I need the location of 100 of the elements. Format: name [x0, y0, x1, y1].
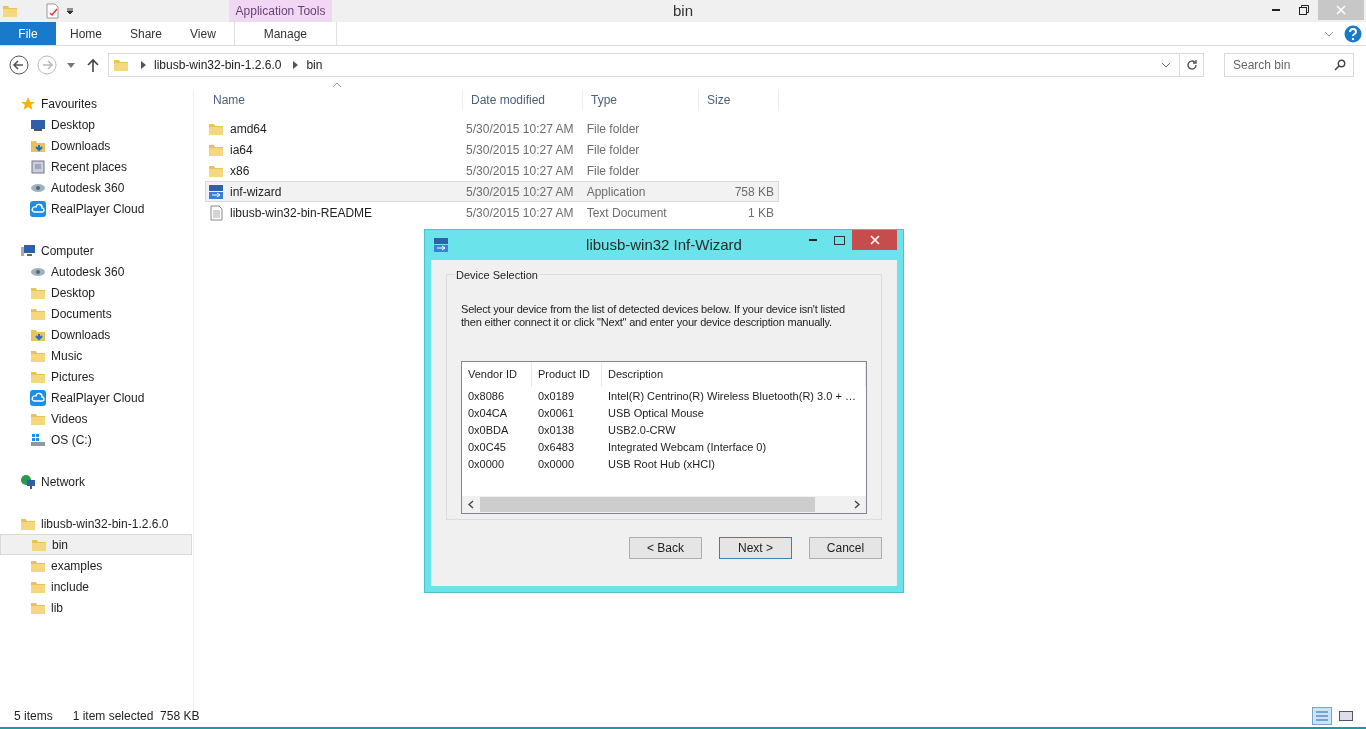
sidebar-item[interactable]: include [0, 576, 192, 597]
file-name: x86 [230, 162, 250, 180]
device-cell-text: USB Optical Mouse [607, 406, 705, 422]
device-cell-text: 0x8086 [467, 389, 506, 405]
scroll-left-icon [468, 500, 474, 509]
recent-locations-icon [67, 62, 75, 68]
sidebar-item[interactable]: Videos [0, 408, 192, 429]
file-row[interactable]: inf-wizard 5/30/2015 10:27 AM Application 758 KB [205, 181, 779, 202]
dialog-button[interactable]: Next > [719, 537, 792, 559]
device-cell-text: 0x0C45 [467, 440, 507, 456]
sidebar-item[interactable]: Desktop [0, 282, 192, 303]
sidebar-item[interactable]: RealPlayer Cloud [0, 387, 192, 408]
star-icon [20, 95, 36, 112]
scroll-right-icon [854, 500, 860, 509]
properties-icon [44, 3, 60, 19]
column-header[interactable]: Date modified [463, 89, 583, 111]
file-size: 758 KB [734, 184, 774, 199]
sidebar-item[interactable]: Downloads [0, 135, 192, 156]
ribbon-tab[interactable]: Home [56, 22, 116, 45]
column-header[interactable]: Name [205, 89, 463, 111]
file-type: File folder [585, 162, 641, 180]
application-icon [433, 237, 449, 253]
device-cell-text: Intel(R) Centrino(R) Wireless Bluetooth(R) 3.0 + … [607, 389, 857, 405]
file-row[interactable]: libusb-win32-bin-README 5/30/2015 10:27 AM Text Document 1 KB [205, 202, 779, 223]
recent-places-icon [30, 158, 46, 175]
file-type: Text Document [585, 204, 668, 222]
date-modified: 5/30/2015 10:27 AM [465, 183, 575, 201]
dropdown-icon [1161, 61, 1171, 69]
sidebar-item[interactable]: Pictures [0, 366, 192, 387]
dialog-button[interactable]: Cancel [809, 537, 882, 559]
context-tab-group-label: Application Tools [229, 0, 332, 22]
sidebar-item[interactable]: Autodesk 360 [0, 261, 192, 282]
restore-icon [1299, 5, 1309, 15]
scrollbar-thumb[interactable] [480, 497, 815, 512]
folder-icon [113, 57, 129, 73]
file-row[interactable]: ia64 5/30/2015 10:27 AM File folder [205, 139, 779, 160]
file-row[interactable]: x86 5/30/2015 10:27 AM File folder [205, 160, 779, 181]
device-cell-text: 0x6483 [537, 440, 576, 456]
column-header[interactable]: Product ID [532, 362, 602, 387]
device-cell-text: 0x0061 [537, 406, 576, 422]
forward-icon [37, 55, 57, 75]
close-icon [1336, 5, 1346, 15]
date-modified: 5/30/2015 10:27 AM [465, 204, 575, 222]
network-icon [20, 473, 36, 490]
file-type: File folder [585, 120, 641, 138]
sidebar-item[interactable]: examples [0, 555, 192, 576]
dialog-button[interactable]: < Back [629, 537, 702, 559]
ribbon-tab[interactable]: Manage [233, 22, 337, 45]
device-cell-text: 0x0000 [467, 457, 506, 473]
sidebar-header[interactable]: libusb-win32-bin-1.2.6.0 [41, 514, 169, 533]
computer-icon [20, 242, 36, 259]
breadcrumb-item[interactable]: libusb-win32-bin-1.2.6.0 [154, 56, 282, 74]
dialog-title: libusb-win32 Inf-Wizard [585, 234, 743, 255]
sidebar-header[interactable]: Favourites [41, 94, 98, 113]
ribbon-tab[interactable]: View [176, 22, 230, 45]
device-cell-text: 0x0000 [537, 457, 576, 473]
minimize-icon [809, 239, 817, 241]
folder-icon [2, 3, 18, 19]
sidebar-item[interactable]: Documents [0, 303, 192, 324]
date-modified: 5/30/2015 10:27 AM [465, 141, 575, 159]
column-header[interactable]: Vendor ID [462, 362, 532, 387]
sidebar-item[interactable]: Music [0, 345, 192, 366]
item-count: 5 items [14, 708, 53, 725]
dropdown-icon [66, 7, 74, 15]
file-type: Application [585, 183, 647, 201]
sidebar-item[interactable]: bin [0, 534, 192, 555]
sidebar-item[interactable]: Desktop [0, 114, 192, 135]
sidebar-item[interactable]: RealPlayer Cloud [0, 198, 192, 219]
search-field[interactable]: Search bin [1224, 53, 1354, 77]
column-header[interactable]: Description [602, 362, 866, 387]
device-cell-text: Integrated Webcam (Interface 0) [607, 440, 768, 456]
column-header[interactable]: Size [699, 89, 779, 111]
sidebar-item[interactable]: OS (C:) [0, 429, 192, 450]
file-name: ia64 [230, 141, 253, 159]
sidebar-item[interactable]: lib [0, 597, 192, 618]
horizontal-scrollbar[interactable] [462, 496, 866, 513]
sidebar-item[interactable]: Downloads [0, 324, 192, 345]
up-icon [87, 58, 99, 72]
application-icon [208, 183, 224, 200]
device-cell-text: 0x0138 [537, 423, 576, 439]
instructions-text: Select your device from the list of detected devices below. If your device isn't listed then either connect it or click "Next" and enter your device description manually. [461, 303, 846, 329]
file-row[interactable]: amd64 5/30/2015 10:27 AM File folder [205, 118, 779, 139]
ribbon-tab[interactable]: File [0, 22, 56, 45]
device-cell-text: USB2.0-CRW [607, 423, 677, 439]
sidebar-item[interactable]: Autodesk 360 [0, 177, 192, 198]
search-icon [1334, 59, 1346, 71]
back-button[interactable] [8, 54, 30, 76]
sort-ascending-icon [333, 82, 341, 87]
sidebar-item[interactable]: Recent places [0, 156, 192, 177]
cloud-icon [30, 200, 46, 217]
column-header[interactable]: Type [583, 89, 699, 111]
address-bar[interactable]: libusb-win32-bin-1.2.6.0 bin [108, 53, 1204, 77]
chevron-icon [141, 61, 146, 69]
ribbon-tab[interactable]: Share [116, 22, 177, 45]
large-icons-view-icon [1339, 711, 1353, 721]
breadcrumb-item[interactable]: bin [306, 56, 323, 74]
sidebar-header[interactable]: Computer [41, 241, 94, 260]
refresh-icon [1185, 59, 1198, 71]
sidebar-header[interactable]: Network [41, 472, 85, 491]
chevron-icon [293, 61, 299, 69]
